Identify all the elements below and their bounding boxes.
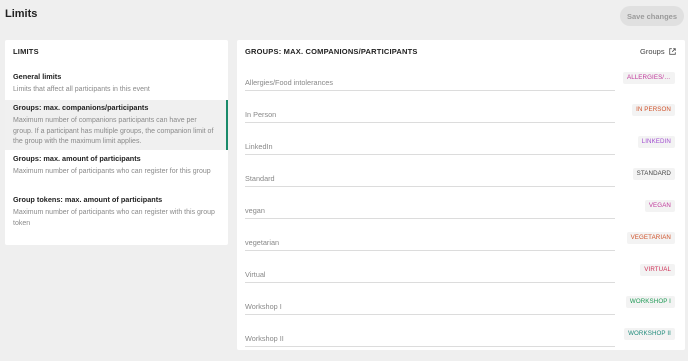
group-name: vegan	[245, 206, 265, 215]
input-underline	[245, 90, 615, 91]
groups-link[interactable]: Groups	[640, 47, 676, 56]
group-row-virtual[interactable]: Virtual VIRTUAL	[245, 258, 677, 290]
groups-companions-panel: GROUPS: MAX. COMPANIONS/PARTICIPANTS Gro…	[237, 40, 685, 350]
group-name: In Person	[245, 110, 277, 119]
limit-item-general[interactable]: General limits Limits that affect all pa…	[5, 72, 228, 96]
limit-item-groups-companions[interactable]: Groups: max. companions/participants Max…	[5, 100, 228, 150]
limits-panel: LIMITS General limits Limits that affect…	[5, 40, 228, 245]
limit-item-description: Maximum number of companions participant…	[13, 117, 214, 145]
input-underline	[245, 314, 615, 315]
group-row-linkedin[interactable]: LinkedIn LINKEDIN	[245, 130, 677, 162]
input-underline	[245, 346, 615, 347]
group-name: Allergies/Food intolerances	[245, 78, 334, 87]
limit-item-groups-participants[interactable]: Groups: max. amount of participants Maxi…	[5, 154, 228, 178]
groups-companions-heading: GROUPS: MAX. COMPANIONS/PARTICIPANTS	[245, 47, 418, 56]
limit-item-title: Groups: max. companions/participants	[13, 103, 149, 112]
save-changes-button[interactable]: Save changes	[620, 6, 684, 26]
group-name: vegetarian	[245, 238, 280, 247]
group-badge: STANDARD	[632, 168, 675, 180]
group-name: LinkedIn	[245, 142, 273, 151]
groups-link-label: Groups	[640, 47, 665, 56]
input-underline	[245, 186, 615, 187]
group-badge: VIRTUAL	[640, 264, 675, 276]
group-badge: WORKSHOP I	[625, 296, 675, 308]
group-badge: ALLERGIES/F...	[623, 72, 675, 84]
input-underline	[245, 122, 615, 123]
group-name: Workshop I	[245, 302, 282, 311]
page-header: Limits Save changes	[0, 0, 688, 32]
limits-heading: LIMITS	[13, 47, 39, 56]
group-name: Virtual	[245, 270, 266, 279]
input-underline	[245, 282, 615, 283]
group-row-standard[interactable]: Standard STANDARD	[245, 162, 677, 194]
group-row-workshop-i[interactable]: Workshop I WORKSHOP I	[245, 290, 677, 322]
external-link-icon	[668, 48, 676, 55]
limit-item-title: General limits	[13, 72, 62, 81]
group-row-in-person[interactable]: In Person IN PERSON	[245, 98, 677, 130]
input-underline	[245, 250, 615, 251]
group-row-allergies[interactable]: Allergies/Food intolerances ALLERGIES/F.…	[245, 66, 677, 98]
limit-item-description: Limits that affect all participants in t…	[13, 86, 150, 93]
group-badge: IN PERSON	[632, 104, 675, 116]
page-title: Limits	[5, 8, 38, 20]
input-underline	[245, 218, 615, 219]
limit-item-title: Groups: max. amount of participants	[13, 154, 141, 163]
group-row-workshop-ii[interactable]: Workshop II WORKSHOP II	[245, 322, 677, 354]
group-row-vegan[interactable]: vegan VEGAN	[245, 194, 677, 226]
limit-item-description: Maximum number of participants who can r…	[13, 168, 211, 175]
input-underline	[245, 154, 615, 155]
group-badge: WORKSHOP II	[624, 328, 675, 340]
group-row-vegetarian[interactable]: vegetarian VEGETARIAN	[245, 226, 677, 258]
group-badge: VEGETARIAN	[626, 232, 675, 244]
limit-item-title: Group tokens: max. amount of participant…	[13, 195, 163, 204]
group-name: Standard	[245, 174, 275, 183]
group-badge: VEGAN	[644, 200, 675, 212]
limit-item-description: Maximum number of participants who can r…	[13, 209, 215, 227]
group-badge: LINKEDIN	[637, 136, 675, 148]
limit-item-group-tokens[interactable]: Group tokens: max. amount of participant…	[5, 195, 228, 229]
group-name: Workshop II	[245, 334, 284, 343]
